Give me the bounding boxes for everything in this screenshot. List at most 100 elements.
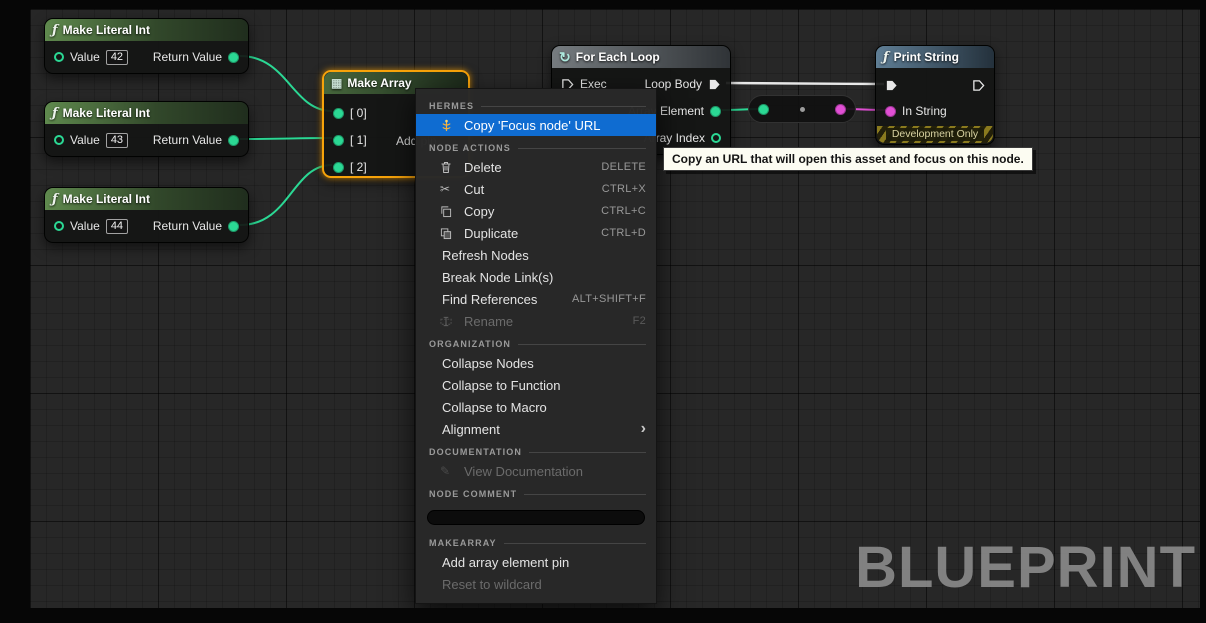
section-divider [518, 344, 646, 345]
node-make-literal-int-2[interactable]: ƒ Make Literal Int Value 43 Return Value [44, 101, 249, 157]
context-menu: HERMES Copy 'Focus node' URL NODE ACTION… [415, 88, 657, 604]
node-header[interactable]: ƒ Make Literal Int [45, 102, 248, 124]
menu-item-rename: Rename F2 [416, 310, 656, 332]
pin-label: Value [70, 133, 100, 147]
viewport-edge-left [0, 0, 30, 623]
node-print-string[interactable]: ƒ Print String In String Development Onl… [875, 45, 995, 145]
menu-section-organization: ORGANIZATION [416, 332, 656, 352]
value-input-pin[interactable] [54, 52, 64, 62]
menu-section-node-comment: NODE COMMENT [416, 482, 656, 502]
submenu-arrow-icon: › [641, 421, 646, 437]
value-input-pin[interactable] [54, 135, 64, 145]
value-input-pin[interactable] [54, 221, 64, 231]
pin-label: Return Value [153, 50, 222, 64]
menu-item-find-references[interactable]: Find References ALT+SHIFT+F [416, 288, 656, 310]
node-title: Print String [894, 50, 959, 64]
array-element-pin-2[interactable] [333, 162, 344, 173]
pin-label: Return Value [153, 133, 222, 147]
development-only-banner: Development Only [877, 126, 993, 143]
section-divider [529, 452, 646, 453]
menu-section-hermes: HERMES [416, 94, 656, 114]
menu-item-copy[interactable]: Copy CTRL+C [416, 200, 656, 222]
node-pin-row: In String [885, 100, 947, 122]
node-title: For Each Loop [576, 50, 660, 64]
menu-section-documentation: DOCUMENTATION [416, 440, 656, 460]
menu-item-collapse-to-function[interactable]: Collapse to Function [416, 374, 656, 396]
return-value-pin[interactable] [228, 221, 239, 232]
array-grid-icon: ▦ [331, 76, 342, 90]
conversion-output-pin[interactable] [835, 104, 846, 115]
menu-item-view-documentation: ✎ View Documentation [416, 460, 656, 482]
menu-item-add-array-element-pin[interactable]: Add array element pin [416, 551, 656, 573]
function-icon: ƒ [52, 192, 58, 207]
menu-item-cut[interactable]: ✂ Cut CTRL+X [416, 178, 656, 200]
viewport-edge-bottom [0, 608, 1206, 623]
in-string-input-pin[interactable] [885, 106, 896, 117]
menu-item-alignment[interactable]: Alignment › [416, 418, 656, 440]
banner-label: Development Only [886, 128, 984, 141]
node-header[interactable]: ↻ For Each Loop [552, 46, 730, 68]
node-pin-row: Value 42 Return Value [45, 41, 248, 73]
pin-label: [ 2] [350, 160, 367, 174]
loop-body-exec-pin[interactable] [708, 78, 721, 91]
node-title: Make Literal Int [63, 106, 150, 120]
loop-icon: ↻ [559, 49, 571, 66]
node-header[interactable]: ƒ Make Literal Int [45, 188, 248, 210]
pin-label: In String [902, 104, 947, 118]
exec-output-pin[interactable] [972, 79, 985, 92]
pin-label: [ 1] [350, 133, 367, 147]
node-pin-row: [ 1] [333, 129, 367, 151]
menu-item-delete[interactable]: Delete DELETE [416, 156, 656, 178]
copy-icon [440, 205, 464, 218]
hermes-caduceus-icon [440, 119, 464, 132]
menu-item-collapse-to-macro[interactable]: Collapse to Macro [416, 396, 656, 418]
pin-label: [ 0] [350, 106, 367, 120]
blueprint-watermark: BLUEPRINT [855, 534, 1196, 601]
section-divider [524, 494, 646, 495]
menu-item-copy-focus-node-url[interactable]: Copy 'Focus node' URL [416, 114, 656, 136]
menu-item-refresh-nodes[interactable]: Refresh Nodes [416, 244, 656, 266]
section-divider [518, 148, 646, 149]
node-header[interactable]: ƒ Print String [876, 46, 994, 68]
node-title: Make Literal Int [63, 23, 150, 37]
array-element-pin-0[interactable] [333, 108, 344, 119]
function-icon: ƒ [52, 23, 58, 38]
node-pin-row: [ 2] [333, 156, 367, 178]
node-int-to-string-conversion[interactable] [748, 95, 856, 123]
node-comment-row [416, 502, 656, 531]
function-icon: ƒ [883, 50, 889, 65]
menu-item-duplicate[interactable]: Duplicate CTRL+D [416, 222, 656, 244]
rename-icon [440, 315, 464, 328]
menu-section-node-actions: NODE ACTIONS [416, 136, 656, 156]
node-make-literal-int-1[interactable]: ƒ Make Literal Int Value 42 Return Value [44, 18, 249, 74]
value-field[interactable]: 43 [106, 133, 128, 148]
return-value-pin[interactable] [228, 135, 239, 146]
exec-input-pin[interactable] [885, 79, 898, 92]
node-title: Make Literal Int [63, 192, 150, 206]
array-element-output-pin[interactable] [710, 106, 721, 117]
viewport-edge-right [1200, 0, 1206, 623]
array-index-output-pin[interactable] [711, 133, 721, 143]
conversion-input-pin[interactable] [758, 104, 769, 115]
node-comment-input[interactable] [427, 510, 645, 525]
return-value-pin[interactable] [228, 52, 239, 63]
section-divider [504, 543, 646, 544]
menu-item-break-node-links[interactable]: Break Node Link(s) [416, 266, 656, 288]
pin-label: Value [70, 50, 100, 64]
value-field[interactable]: 44 [106, 219, 128, 234]
scissors-icon: ✂ [440, 182, 464, 196]
node-pin-row: Value 44 Return Value [45, 210, 248, 242]
trash-icon [440, 161, 464, 174]
menu-item-collapse-nodes[interactable]: Collapse Nodes [416, 352, 656, 374]
array-element-pin-1[interactable] [333, 135, 344, 146]
node-pin-row: Value 43 Return Value [45, 124, 248, 156]
node-pin-row [972, 74, 985, 96]
viewport-edge-top [0, 0, 1206, 9]
tooltip: Copy an URL that will open this asset an… [663, 147, 1033, 171]
value-field[interactable]: 42 [106, 50, 128, 65]
node-header[interactable]: ƒ Make Literal Int [45, 19, 248, 41]
menu-item-reset-to-wildcard: Reset to wildcard [416, 573, 656, 595]
node-pin-row [885, 74, 898, 96]
function-icon: ƒ [52, 106, 58, 121]
node-make-literal-int-3[interactable]: ƒ Make Literal Int Value 44 Return Value [44, 187, 249, 243]
